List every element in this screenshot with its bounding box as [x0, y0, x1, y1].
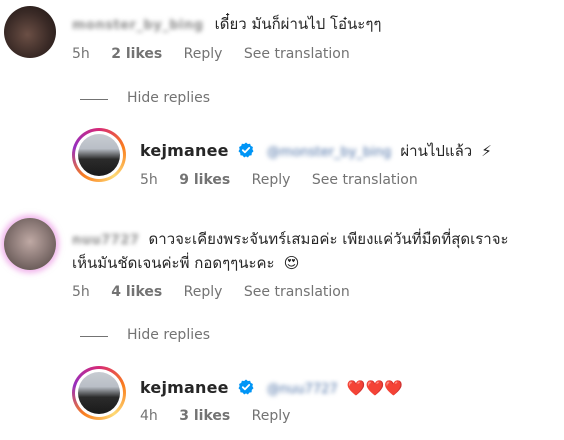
- see-translation-link[interactable]: See translation: [244, 46, 350, 62]
- reply-text: ผ่านไปแล้ว: [400, 142, 473, 160]
- commenter-avatar[interactable]: [4, 6, 56, 58]
- see-translation-link[interactable]: See translation: [244, 284, 350, 300]
- kejmanee-avatar[interactable]: [78, 372, 120, 414]
- commenter-username[interactable]: monster_by_bing: [72, 18, 204, 33]
- reply-button[interactable]: Reply: [252, 408, 291, 424]
- comment-text: เดี๋ยว มันก็ผ่านไป โอ๋นะๆๆ: [214, 15, 382, 33]
- likes-count[interactable]: 4 likes: [111, 284, 162, 300]
- reply-likes-count[interactable]: 9 likes: [179, 172, 230, 188]
- comment-text-line2: เห็นมันชัดเจนค่ะพี่ กอดๆๆนะคะ: [72, 254, 275, 272]
- divider: [80, 99, 108, 100]
- verified-badge-icon: [238, 379, 254, 399]
- commenter-avatar[interactable]: [4, 218, 56, 270]
- hide-replies-button[interactable]: Hide replies: [127, 90, 210, 106]
- reply-button[interactable]: Reply: [252, 172, 291, 188]
- reply-likes-count[interactable]: 3 likes: [179, 408, 230, 424]
- reply-username[interactable]: kejmanee: [140, 141, 229, 160]
- reply-username[interactable]: kejmanee: [140, 378, 229, 397]
- comment-meta: 5h 4 likes Reply See translation: [72, 284, 367, 300]
- reply-button[interactable]: Reply: [184, 46, 223, 62]
- comment-time[interactable]: 5h: [72, 46, 90, 62]
- comment-time[interactable]: 5h: [72, 284, 90, 300]
- mention-link[interactable]: @monster_by_bing: [267, 145, 391, 160]
- comment-meta: 5h 2 likes Reply See translation: [72, 46, 367, 62]
- reply-meta: 5h 9 likes Reply See translation: [140, 172, 435, 188]
- reply-button[interactable]: Reply: [184, 284, 223, 300]
- commenter-username[interactable]: nuu7727: [72, 233, 139, 248]
- reply-time[interactable]: 5h: [140, 172, 158, 188]
- divider: [80, 336, 108, 337]
- reply-time[interactable]: 4h: [140, 408, 158, 424]
- see-translation-link[interactable]: See translation: [312, 172, 418, 188]
- heart-eyes-emoji: 😍: [283, 254, 300, 272]
- reply-meta: 4h 3 likes Reply: [140, 408, 307, 424]
- hearts-emoji: ❤️❤️❤️: [346, 379, 403, 397]
- verified-badge-icon: [238, 142, 254, 162]
- mention-link[interactable]: @nuu7727: [267, 382, 338, 397]
- hide-replies-button[interactable]: Hide replies: [127, 327, 210, 343]
- comment-text: ดาวจะเคียงพระจันทร์เสมอค่ะ เพียงแค่วันที…: [148, 230, 509, 248]
- likes-count[interactable]: 2 likes: [111, 46, 162, 62]
- lightning-emoji: ⚡: [481, 142, 492, 160]
- kejmanee-avatar[interactable]: [78, 134, 120, 176]
